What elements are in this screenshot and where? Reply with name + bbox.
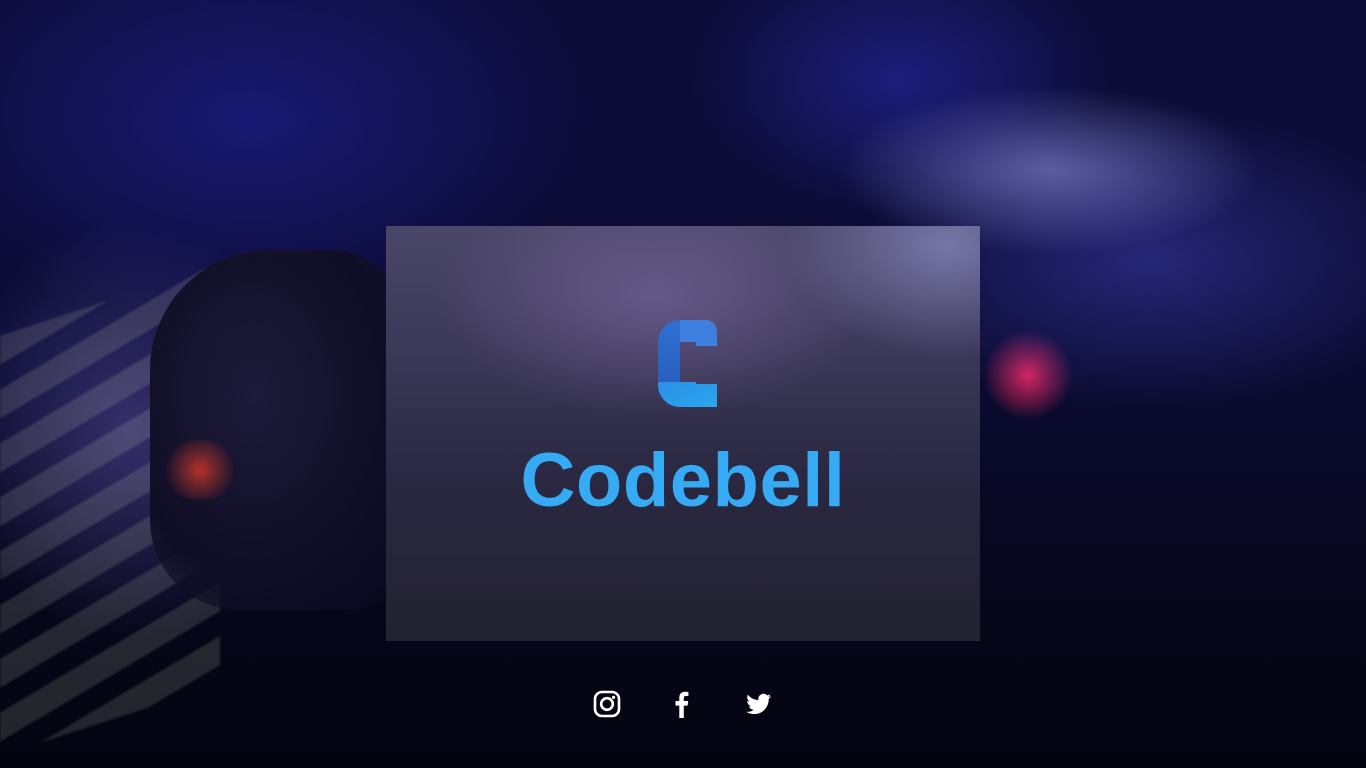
codebell-c-logo-icon <box>658 320 717 407</box>
brand-name: Codebell <box>520 438 846 523</box>
brand-card <box>386 226 980 641</box>
landing-page: Codebell <box>0 0 1366 768</box>
background-hand <box>150 250 410 610</box>
twitter-link[interactable] <box>742 688 774 720</box>
instagram-link[interactable] <box>591 688 623 720</box>
instagram-icon <box>593 690 621 718</box>
background-red-glow <box>160 440 240 500</box>
social-links <box>0 688 1366 722</box>
facebook-link[interactable] <box>666 688 698 720</box>
facebook-icon <box>675 691 689 718</box>
twitter-icon <box>746 693 772 715</box>
